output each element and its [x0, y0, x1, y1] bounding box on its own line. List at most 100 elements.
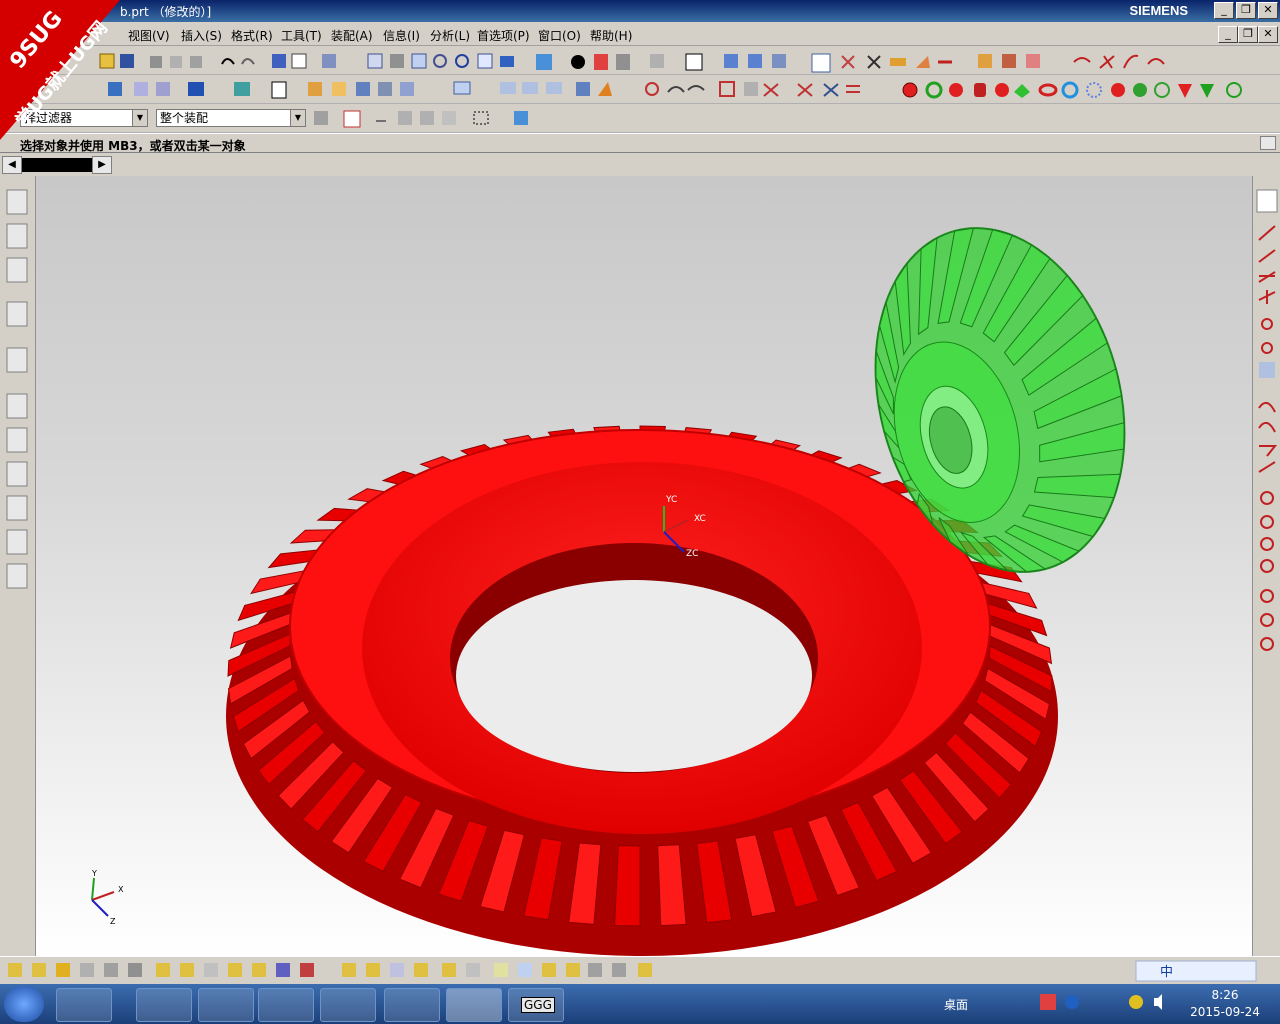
part-tab[interactable]	[22, 158, 92, 172]
brand-label: SIEMENS	[1129, 3, 1188, 18]
properties-icon	[291, 53, 307, 69]
gear-ring-icon	[925, 81, 943, 99]
scroll-right-icon[interactable]: ▶	[92, 156, 112, 174]
boolean-icon	[234, 82, 250, 96]
clock-date[interactable]: 2015-09-24	[1185, 1005, 1265, 1019]
task-paint[interactable]	[136, 988, 192, 1022]
fillet-tool-icon	[1258, 461, 1276, 473]
doc-close-button[interactable]: ✕	[1258, 26, 1278, 43]
task-folder[interactable]	[320, 988, 376, 1022]
gear-mesh-icon	[1133, 83, 1147, 97]
intersection-icon	[867, 55, 881, 69]
resource-bar-icons[interactable]	[0, 176, 36, 596]
new-component-icon	[32, 963, 46, 977]
assembly-toolbar: 中	[0, 956, 1280, 984]
reposition-icon	[128, 963, 142, 977]
chamfer-icon	[500, 82, 516, 94]
line-tool-icon	[1258, 225, 1276, 241]
gear-assembly-view[interactable]: YC XC ZC Y X Z	[36, 176, 1252, 956]
task-ggg[interactable]: GGG	[508, 988, 564, 1022]
mate-component-icon	[156, 963, 170, 977]
start-button[interactable]	[4, 986, 44, 1022]
line-icon	[1099, 55, 1115, 69]
tab-strip: ◀ ▶	[0, 154, 1280, 176]
display-component-icon	[542, 963, 556, 977]
prompt-expand-icon[interactable]	[1260, 136, 1276, 150]
arrangement-icon	[252, 963, 266, 977]
gear-tooth	[614, 845, 641, 927]
patch-icon	[823, 83, 839, 97]
selection-icons[interactable]	[310, 109, 540, 129]
spline-icon	[1147, 58, 1165, 65]
menu-insert[interactable]: 插入(S)	[181, 27, 222, 44]
clock-time[interactable]: 8:26	[1190, 988, 1260, 1002]
system-tray-icons[interactable]	[1036, 992, 1176, 1016]
save-options-icon	[612, 963, 626, 977]
menu-help[interactable]: 帮助(H)	[590, 27, 632, 44]
triad-z-label: Z	[110, 917, 116, 926]
menu-assembly[interactable]: 装配(A)	[331, 27, 373, 44]
task-nx[interactable]	[446, 988, 502, 1022]
task-calculator[interactable]	[198, 988, 254, 1022]
view-orient-icon	[536, 54, 552, 70]
restore-button[interactable]: ❐	[1236, 2, 1256, 19]
rectangle-tool-icon	[1259, 362, 1275, 378]
task-browser[interactable]	[258, 988, 314, 1022]
wcs-z-label: ZC	[686, 549, 698, 559]
deformable-icon	[342, 963, 356, 977]
graphics-viewport[interactable]: YC XC ZC Y X Z	[36, 176, 1252, 956]
constraint-icon	[772, 54, 786, 68]
menu-window[interactable]: 窗口(O)	[538, 27, 581, 44]
task-app-1[interactable]	[56, 988, 112, 1022]
load-options-icon	[588, 963, 602, 977]
gear-display-icon	[1178, 84, 1192, 98]
body-icon	[1002, 54, 1016, 68]
close-button[interactable]: ✕	[1258, 2, 1278, 19]
reference-set-icon	[518, 963, 532, 977]
toolbar-options-icon	[1256, 189, 1278, 213]
curve-icon	[1073, 57, 1091, 63]
security-icon	[1129, 995, 1143, 1009]
doc-restore-button[interactable]: ❐	[1238, 26, 1258, 43]
curve-toolbar-icons[interactable]	[1253, 176, 1280, 676]
minimize-button[interactable]: _	[1214, 2, 1234, 19]
reuse-library-tab-icon	[6, 301, 28, 327]
mirror-icon	[719, 81, 735, 97]
parabola-tool-icon	[1260, 515, 1274, 529]
menu-information[interactable]: 信息(I)	[383, 27, 420, 44]
assembly-navigator-tab-icon	[6, 189, 28, 215]
hole-icon	[308, 82, 322, 96]
menu-format[interactable]: 格式(R)	[231, 27, 273, 44]
scope-filter-select[interactable]: 整个装配 ▼	[156, 109, 306, 127]
desktop-toolbar-label[interactable]: 桌面	[944, 996, 968, 1013]
gear-pair-icon	[1111, 83, 1125, 97]
watermark-logo: 9SUG 学UG就上UG网	[0, 0, 150, 140]
gear-edit-icon	[1200, 84, 1214, 98]
absolute-triad: Y X Z	[91, 869, 124, 926]
assembly-toolbar-icons[interactable]: 中	[0, 957, 1280, 985]
menu-bar: 视图(V) 插入(S) 格式(R) 工具(T) 装配(A) 信息(I) 分析(L…	[0, 22, 1280, 46]
scroll-left-icon[interactable]: ◀	[2, 156, 22, 174]
shell-icon	[522, 82, 538, 94]
line-points-icon	[1258, 249, 1276, 263]
prompt-bar: 选择对象并使用 MB3，或者双击某一对象	[0, 133, 1280, 153]
menu-preferences[interactable]: 首选项(P)	[477, 27, 530, 44]
doc-minimize-button[interactable]: _	[1218, 26, 1238, 43]
assembly-split-icon	[466, 963, 480, 977]
resource-bar	[0, 176, 36, 956]
task-explorer[interactable]	[384, 988, 440, 1022]
promote-icon	[300, 963, 314, 977]
standard-toolbar-icons[interactable]	[0, 48, 1280, 75]
create-array-icon	[56, 963, 70, 977]
gear-delete-icon	[1226, 82, 1242, 98]
feature-toolbar-icons[interactable]	[0, 75, 1280, 104]
assembly-cut-icon	[442, 963, 456, 977]
help-icon	[1065, 995, 1079, 1009]
menu-tools[interactable]: 工具(T)	[281, 27, 322, 44]
chamfer-tool-icon	[1259, 445, 1278, 457]
menu-analysis[interactable]: 分析(L)	[430, 27, 470, 44]
part-navigator-tab-icon	[6, 257, 28, 283]
snap-icon	[322, 54, 336, 68]
copy-icon	[170, 56, 182, 68]
undo-icon	[221, 58, 235, 65]
